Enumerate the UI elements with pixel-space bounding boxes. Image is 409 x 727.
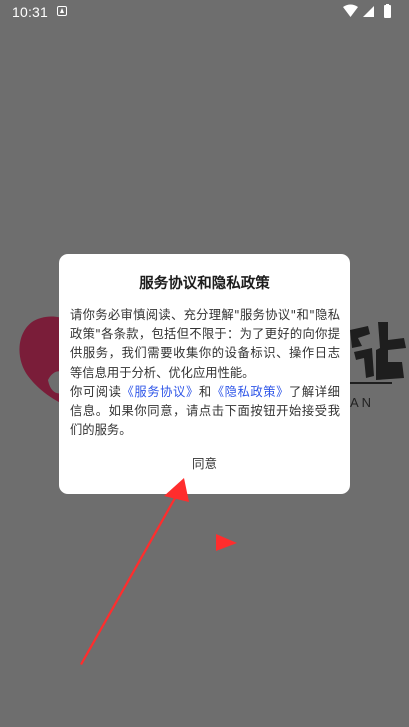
dialog-body: 请你务必审慎阅读、充分理解"服务协议"和"隐私政策"各条款，包括但不限于：为了更…: [70, 306, 340, 440]
paragraph-2-and: 和: [198, 384, 212, 399]
background-logo-text: [350, 322, 406, 380]
battery-icon: [384, 4, 391, 18]
wifi-icon: [343, 4, 358, 17]
notification-app-icon: [57, 6, 67, 16]
dialog-paragraph-1: 请你务必审慎阅读、充分理解"服务协议"和"隐私政策"各条款，包括但不限于：为了更…: [70, 308, 340, 380]
agree-button[interactable]: 同意: [169, 452, 240, 476]
background-logo-subtext: AN: [350, 395, 375, 410]
status-time: 10:31: [12, 4, 49, 20]
dialog-title: 服务协议和隐私政策: [139, 276, 270, 292]
privacy-dialog: 服务协议和隐私政策 请你务必审慎阅读、充分理解"服务协议"和"隐私政策"各条款，…: [59, 254, 350, 494]
status-icons: [343, 4, 391, 18]
dialog-paragraph-2: 你可阅读《服务协议》和《隐私政策》了解详细信息。如果你同意，请点击下面按钮开始接…: [70, 383, 340, 441]
signal-icon: [363, 6, 374, 17]
service-agreement-link[interactable]: 《服务协议》: [122, 385, 199, 399]
annotation-triangle-icon: [216, 534, 237, 551]
status-bar: 10:31: [0, 0, 409, 24]
annotation-arrow-icon: [80, 478, 189, 665]
screen: 10:31 AN 服务协议和隐私政策 请你务必审慎阅读、充分理解"服务协议"和"…: [0, 0, 409, 727]
background-logo-divider: [348, 382, 392, 384]
privacy-policy-link[interactable]: 《隐私政策》: [212, 385, 289, 399]
paragraph-2-prefix: 你可阅读: [70, 384, 122, 399]
